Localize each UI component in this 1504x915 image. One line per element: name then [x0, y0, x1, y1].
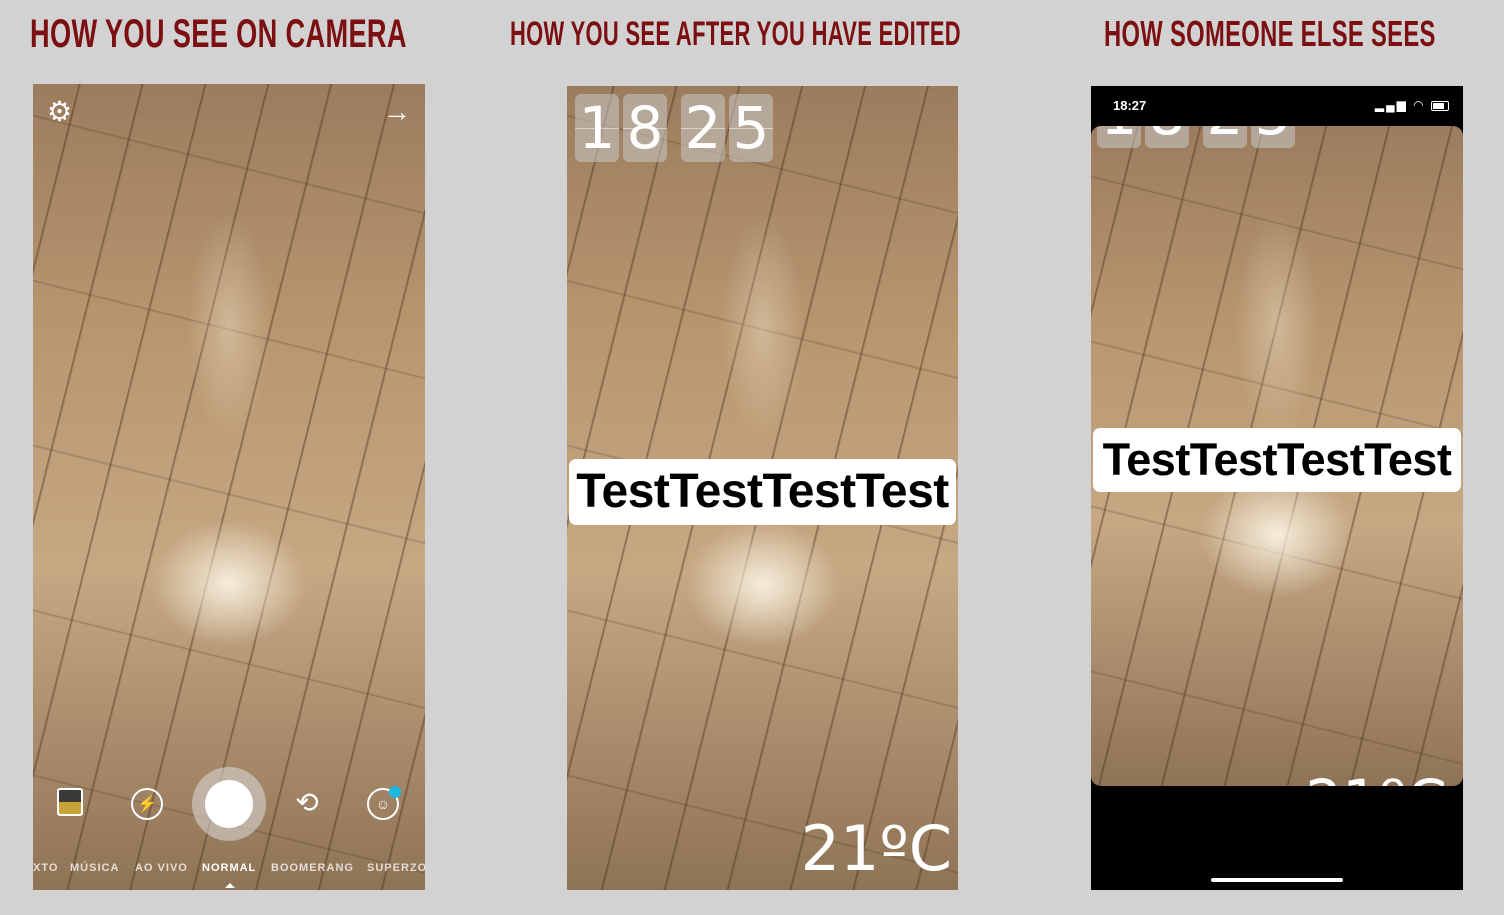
story-content: 1 8 2 5 TestTestTestTest 21ºC [1091, 126, 1463, 786]
status-time: 18:27 [1113, 98, 1147, 113]
text-sticker[interactable]: TestTestTestTest [569, 459, 956, 525]
settings-icon[interactable]: ⚙ [47, 98, 72, 126]
flip-camera-icon[interactable]: ⟲ [289, 784, 325, 820]
mode-music[interactable]: MÚSICA [70, 862, 119, 874]
clock-sticker[interactable]: 1 8 2 5 [575, 94, 773, 162]
mode-boomerang[interactable]: BOOMERANG [271, 862, 354, 874]
status-icons: ▂▄▆ ◠ [1375, 98, 1449, 112]
shutter-button[interactable] [205, 780, 253, 828]
clock-digit: 8 [1145, 126, 1189, 148]
active-mode-caret-icon [225, 883, 235, 888]
mode-text[interactable]: XTO [33, 862, 58, 874]
next-arrow-icon[interactable]: → [383, 98, 411, 126]
battery-icon [1431, 100, 1449, 111]
viewer-story-screen: 18:27 ▂▄▆ ◠ 1 8 2 5 TestTestTestTest 21º… [1091, 86, 1463, 890]
gallery-thumbnail-icon[interactable] [57, 788, 83, 816]
clock-digit: 2 [681, 94, 725, 162]
clock-digit: 1 [575, 94, 619, 162]
clock-sticker: 1 8 2 5 [1097, 126, 1295, 148]
temperature-sticker[interactable]: 21ºC [801, 814, 952, 884]
home-indicator[interactable] [1211, 878, 1343, 882]
edited-story-screen: 1 8 2 5 TestTestTestTest 21ºC [567, 86, 958, 890]
text-sticker: TestTestTestTest [1093, 428, 1461, 492]
new-effects-dot [389, 786, 401, 798]
camera-screen: ⚙ → ⚡ ⟲ ☺ XTO MÚSICA AO VIVO NORMAL BOOM… [33, 84, 425, 890]
flash-icon[interactable]: ⚡ [131, 788, 163, 820]
clock-digit: 2 [1203, 126, 1247, 148]
status-bar: 18:27 ▂▄▆ ◠ [1091, 86, 1463, 126]
heading-viewer: HOW SOMEONE ELSE SEES [1104, 13, 1436, 54]
signal-wifi-icon: ▂▄▆ ◠ [1374, 98, 1426, 112]
clock-digit: 5 [729, 94, 773, 162]
clock-digit: 1 [1097, 126, 1141, 148]
clock-digit: 8 [623, 94, 667, 162]
heading-camera: HOW YOU SEE ON CAMERA [30, 12, 407, 56]
mode-superzoom[interactable]: SUPERZO [367, 862, 425, 874]
camera-mode-bar: XTO MÚSICA AO VIVO NORMAL BOOMERANG SUPE… [33, 862, 425, 880]
temperature-sticker: 21ºC [1305, 766, 1447, 786]
camera-controls: ⚡ ⟲ ☺ [33, 764, 425, 844]
clock-digit: 5 [1251, 126, 1295, 148]
heading-edited: HOW YOU SEE AFTER YOU HAVE EDITED [510, 15, 961, 53]
mode-live[interactable]: AO VIVO [135, 862, 188, 874]
mode-normal[interactable]: NORMAL [202, 862, 256, 874]
